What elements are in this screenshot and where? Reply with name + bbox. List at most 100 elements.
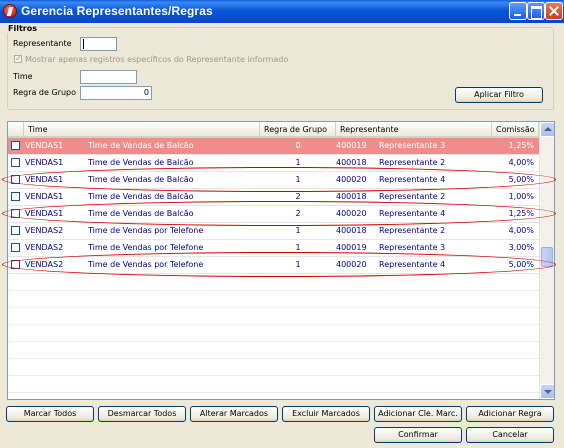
cell-rep-code: 400019	[336, 141, 367, 150]
column-header-comissao[interactable]: Comissão	[492, 122, 539, 138]
cell-time-desc: Time de Vendas de Balcão	[88, 158, 194, 167]
table-row[interactable]: VENDAS2 Time de Vendas por Telefone 1 40002…	[8, 257, 539, 274]
scroll-up-icon[interactable]	[540, 122, 554, 137]
row-checkbox[interactable]	[11, 226, 20, 235]
cell-regra-grupo: 1	[295, 158, 301, 167]
cell-regra-grupo: 1	[295, 175, 301, 184]
cell-time-desc: Time de Vendas de Balcão	[88, 175, 194, 184]
cell-time: VENDAS1	[25, 209, 64, 218]
cell-rep-name: Representante 2	[379, 226, 446, 235]
excluir-marcados-button[interactable]: Excluir Marcados	[282, 406, 370, 422]
row-checkbox[interactable]	[11, 158, 20, 167]
grid-header: Time Regra de Grupo Representante Comiss…	[8, 122, 539, 138]
cell-time: VENDAS1	[25, 175, 64, 184]
table-row[interactable]: VENDAS1 Time de Vendas de Balcão 0 400019 Re…	[8, 138, 539, 155]
title-bar[interactable]: Gerencia Representantes/Regras	[0, 0, 564, 23]
cell-comissao: 1,00%	[508, 192, 534, 201]
row-checkbox[interactable]	[11, 141, 20, 150]
row-checkbox[interactable]	[11, 243, 20, 252]
empty-row	[8, 359, 539, 376]
cell-time-desc: Time de Vendas por Telefone	[88, 243, 204, 252]
grid-scrollbar[interactable]	[539, 122, 554, 399]
column-header-representante[interactable]: Representante	[336, 122, 492, 138]
regra-grupo-input[interactable]: 0	[80, 86, 152, 100]
apply-filter-button[interactable]: Aplicar Filtro	[455, 87, 543, 103]
cell-time: VENDAS1	[25, 192, 64, 201]
cell-rep-code: 400019	[336, 243, 367, 252]
row-checkbox[interactable]	[11, 175, 20, 184]
time-label: Time	[13, 72, 33, 81]
scroll-down-icon[interactable]	[540, 384, 554, 399]
representantes-grid[interactable]: Time Regra de Grupo Representante Comiss…	[7, 121, 555, 400]
cell-rep-name: Representante 2	[379, 158, 446, 167]
cell-rep-name: Representante 3	[379, 243, 446, 252]
empty-row	[8, 376, 539, 393]
only-specific-label: Mostrar apenas registros específicos do …	[25, 55, 289, 64]
regra-grupo-label: Regra de Grupo	[13, 88, 77, 97]
cell-comissao: 4,00%	[508, 226, 534, 235]
cell-rep-code: 400020	[336, 175, 367, 184]
table-row[interactable]: VENDAS1 Time de Vendas de Balcão 1 400020 Re…	[8, 172, 539, 189]
close-button[interactable]	[545, 2, 563, 20]
cell-time: VENDAS2	[25, 243, 64, 252]
cell-comissao: 1,25%	[508, 209, 534, 218]
time-input[interactable]	[80, 70, 137, 84]
only-specific-checkbox[interactable]	[14, 54, 22, 63]
empty-row	[8, 325, 539, 342]
alterar-marcados-button[interactable]: Alterar Marcados	[190, 406, 278, 422]
cell-comissao: 4,00%	[508, 158, 534, 167]
grid-rows: VENDAS1 Time de Vendas de Balcão 0 400019 Re…	[8, 138, 539, 393]
cell-regra-grupo: 1	[295, 260, 301, 269]
cell-time: VENDAS2	[25, 226, 64, 235]
cell-regra-grupo: 0	[295, 141, 301, 150]
cell-regra-grupo: 2	[295, 209, 301, 218]
table-row[interactable]: VENDAS1 Time de Vendas de Balcão 2 400020 Re…	[8, 206, 539, 223]
table-row[interactable]: VENDAS1 Time de Vendas de Balcão 1 400018 Re…	[8, 155, 539, 172]
cell-comissao: 5,00%	[508, 175, 534, 184]
cell-time-desc: Time de Vendas por Telefone	[88, 226, 204, 235]
desmarcar-todos-button[interactable]: Desmarcar Todos	[98, 406, 186, 422]
scroll-thumb[interactable]	[541, 247, 553, 267]
cell-rep-name: Representante 2	[379, 192, 446, 201]
column-header-time[interactable]: Time	[24, 122, 260, 138]
cell-rep-code: 400020	[336, 209, 367, 218]
cell-time: VENDAS1	[25, 141, 64, 150]
row-checkbox[interactable]	[11, 209, 20, 218]
cell-rep-name: Representante 4	[379, 175, 446, 184]
row-checkbox[interactable]	[11, 192, 20, 201]
header-check-column	[8, 122, 24, 138]
cell-rep-code: 400020	[336, 260, 367, 269]
cell-rep-code: 400018	[336, 158, 367, 167]
cancelar-button[interactable]: Cancelar	[466, 427, 554, 443]
confirmar-button[interactable]: Confirmar	[374, 427, 462, 443]
representante-label: Representante	[13, 39, 72, 48]
cell-time: VENDAS1	[25, 158, 64, 167]
adicionar-regra-button[interactable]: Adicionar Regra	[466, 406, 554, 422]
row-checkbox[interactable]	[11, 260, 20, 269]
empty-row	[8, 291, 539, 308]
empty-row	[8, 342, 539, 359]
table-row[interactable]: VENDAS1 Time de Vendas de Balcão 2 400018 Re…	[8, 189, 539, 206]
cell-time-desc: Time de Vendas de Balcão	[88, 141, 194, 150]
minimize-button[interactable]	[509, 2, 527, 20]
cell-rep-code: 400018	[336, 226, 367, 235]
empty-row	[8, 274, 539, 291]
app-icon	[3, 4, 17, 18]
window-title: Gerencia Representantes/Regras	[21, 4, 213, 18]
column-header-regra-grupo[interactable]: Regra de Grupo	[260, 122, 336, 138]
representante-input[interactable]	[80, 37, 117, 51]
cell-comissao: 3,00%	[508, 243, 534, 252]
cell-regra-grupo: 2	[295, 192, 301, 201]
table-row[interactable]: VENDAS2 Time de Vendas por Telefone 1 40001…	[8, 223, 539, 240]
adicionar-cle-marc-button[interactable]: Adicionar Cle. Marc.	[374, 406, 462, 422]
empty-row	[8, 308, 539, 325]
cell-time-desc: Time de Vendas de Balcão	[88, 209, 194, 218]
cell-rep-name: Representante 3	[379, 141, 446, 150]
cell-regra-grupo: 1	[295, 243, 301, 252]
table-row[interactable]: VENDAS2 Time de Vendas por Telefone 1 40001…	[8, 240, 539, 257]
cell-rep-name: Representante 4	[379, 260, 446, 269]
cell-time: VENDAS2	[25, 260, 64, 269]
maximize-button[interactable]	[527, 2, 545, 20]
marcar-todos-button[interactable]: Marcar Todos	[6, 406, 94, 422]
cell-rep-code: 400018	[336, 192, 367, 201]
